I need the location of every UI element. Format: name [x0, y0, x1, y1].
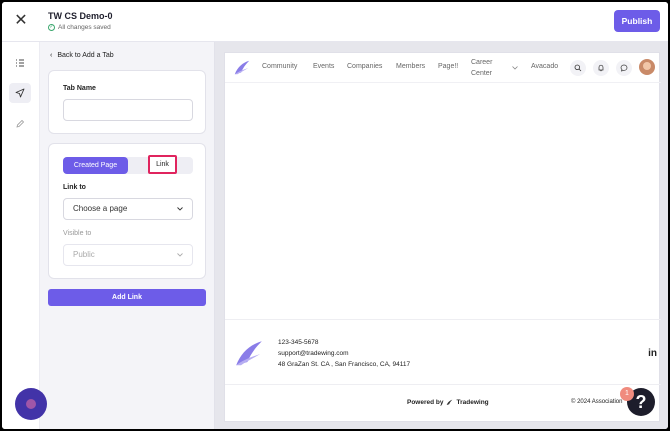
search-icon[interactable] — [570, 60, 586, 76]
left-rail — [2, 42, 40, 429]
check-circle-icon: ✓ — [48, 24, 55, 31]
save-status-text: All changes saved — [58, 24, 111, 31]
visible-to-select[interactable]: Public — [63, 244, 193, 266]
list-icon[interactable] — [9, 53, 31, 73]
nav-item-community[interactable]: Community — [262, 63, 297, 70]
close-icon[interactable]: ✕ — [14, 13, 28, 29]
site-preview: Community Events Companies Members Page!… — [224, 52, 661, 423]
footer-address: 48 GraZan St. CA , San Francisco, CA, 94… — [278, 361, 411, 368]
save-status: ✓ All changes saved — [48, 24, 111, 31]
site-nav: Community Events Companies Members Page!… — [225, 53, 661, 83]
chevron-down-icon — [177, 207, 183, 211]
powered-by-brand: Tradewing — [456, 399, 489, 406]
career-center-line2: Center — [471, 70, 493, 77]
linkedin-icon[interactable]: in — [648, 348, 657, 359]
link-to-value: Choose a page — [73, 204, 128, 213]
publish-button[interactable]: Publish — [614, 10, 660, 32]
avatar[interactable] — [639, 59, 655, 75]
powered-by-label: Powered by — [407, 399, 444, 406]
nav-item-avacado[interactable]: Avacado — [531, 63, 558, 70]
visible-to-label: Visible to — [63, 230, 92, 237]
side-panel: ‹ Back to Add a Tab Tab Name Created Pag… — [40, 42, 215, 429]
bell-icon[interactable] — [593, 60, 609, 76]
chevron-down-icon[interactable] — [512, 65, 518, 71]
back-link-label: Back to Add a Tab — [57, 52, 114, 59]
chevron-down-icon — [177, 253, 183, 257]
page-type-toggle: Created Page Link — [63, 155, 193, 174]
career-center-line1: Career — [471, 59, 493, 66]
nav-item-career-center[interactable]: Career Center — [471, 57, 492, 79]
site-footer: 123-345-5678 support@tradewing.com 48 Gr… — [225, 319, 661, 423]
chat-icon[interactable] — [616, 60, 632, 76]
nav-item-members[interactable]: Members — [396, 63, 425, 70]
pencil-icon[interactable] — [9, 114, 31, 134]
link-settings-card: Created Page Link Link to Choose a page … — [48, 143, 206, 279]
link-to-select[interactable]: Choose a page — [63, 198, 193, 220]
navigation-arrow-icon[interactable] — [9, 83, 31, 103]
add-link-button[interactable]: Add Link — [48, 289, 206, 306]
copyright-text: © 2024 Association — [571, 399, 623, 405]
footer-phone: 123-345-5678 — [278, 339, 319, 346]
app-window: ✕ TW CS Demo-0 ✓ All changes saved Publi… — [2, 2, 668, 429]
visible-to-value: Public — [73, 250, 95, 259]
tab-name-card: Tab Name — [48, 70, 206, 134]
tab-name-input[interactable] — [63, 99, 193, 121]
page-title: TW CS Demo-0 — [48, 11, 113, 21]
created-page-tab[interactable]: Created Page — [63, 157, 128, 174]
powered-by: Powered by Tradewing — [407, 399, 489, 406]
chat-launcher-button[interactable] — [15, 388, 47, 420]
help-notification-badge: 1 — [620, 387, 634, 401]
top-bar: ✕ TW CS Demo-0 ✓ All changes saved Publi… — [2, 2, 668, 42]
nav-item-page[interactable]: Page!! — [438, 63, 458, 70]
chevron-left-icon: ‹ — [50, 52, 53, 59]
tradewing-mini-logo-icon — [447, 399, 453, 405]
back-link[interactable]: ‹ Back to Add a Tab — [50, 52, 114, 59]
tradewing-logo-icon — [236, 341, 262, 366]
tradewing-logo-icon — [234, 60, 250, 75]
nav-item-events[interactable]: Events — [313, 63, 334, 70]
tab-name-label: Tab Name — [63, 85, 96, 92]
footer-email[interactable]: support@tradewing.com — [278, 350, 349, 357]
footer-divider — [225, 384, 661, 385]
nav-item-companies[interactable]: Companies — [347, 63, 382, 70]
link-to-label: Link to — [63, 184, 86, 191]
link-tab[interactable]: Link — [148, 155, 177, 174]
